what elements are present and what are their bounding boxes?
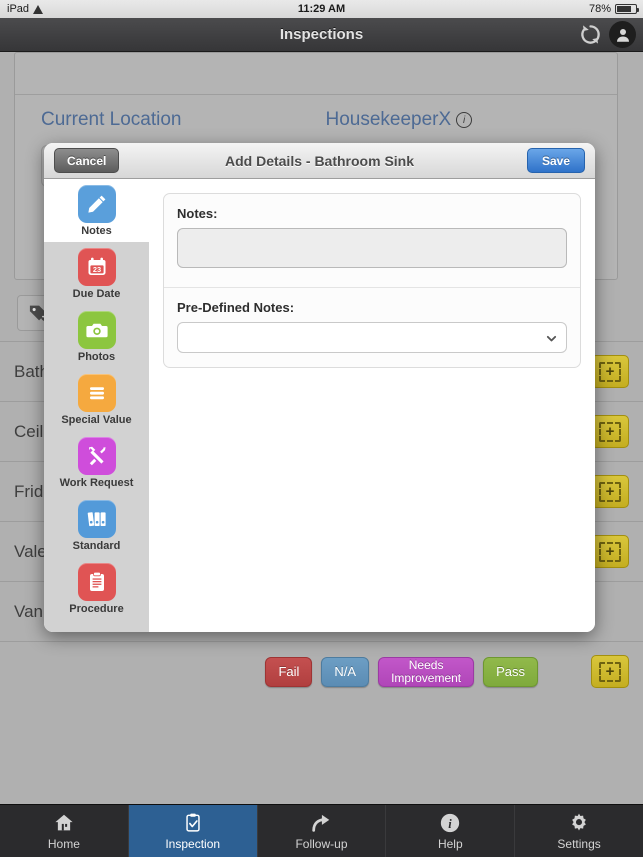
modal-body: Notes 23 Due Date Photos Special Value W… — [44, 179, 595, 632]
account-icon[interactable] — [609, 21, 636, 48]
notes-input[interactable] — [177, 228, 567, 268]
tab-label: Help — [437, 837, 463, 851]
predefined-notes-select-wrap — [177, 322, 567, 353]
plus-icon: + — [599, 361, 621, 382]
binders-icon — [77, 499, 116, 538]
sidebar-item-due-date[interactable]: 23 Due Date — [44, 242, 149, 305]
page-title: Inspections — [279, 26, 364, 43]
notes-form-card: Notes: Pre-Defined Notes: — [163, 193, 581, 368]
location-header-row: Current Location HousekeeperX i — [15, 95, 617, 131]
refresh-icon[interactable] — [579, 23, 602, 46]
gear-icon — [568, 811, 590, 835]
tab-follow-up[interactable]: Follow-up — [258, 805, 387, 857]
sidebar-item-label: Standard — [72, 539, 121, 552]
modal-title: Add Details - Bathroom Sink — [224, 152, 415, 169]
plus-icon: + — [599, 481, 621, 502]
sidebar-item-label: Notes — [81, 224, 112, 237]
plus-icon: + — [599, 661, 621, 682]
modal-content: Notes: Pre-Defined Notes: — [149, 179, 595, 632]
sidebar-item-label: Procedure — [69, 602, 124, 615]
battery-percent: 78% — [588, 3, 611, 15]
housekeeper-label: HousekeeperX — [325, 109, 452, 130]
battery-icon — [615, 4, 639, 14]
pass-label: Pass — [496, 663, 525, 679]
calendar-icon: 23 — [77, 247, 116, 286]
list-icon — [77, 373, 116, 412]
nav-bar: Inspections — [0, 18, 643, 52]
tab-label: Inspection — [165, 837, 221, 851]
sidebar-item-procedure[interactable]: Procedure — [44, 557, 149, 620]
nav-bar-actions — [579, 21, 636, 48]
needs-improvement-label: Needs Improvement — [391, 657, 462, 685]
clipboard-icon — [77, 562, 116, 601]
fail-button[interactable]: Fail — [265, 656, 313, 687]
sidebar-item-label: Photos — [77, 350, 116, 363]
add-detail-button[interactable]: + — [591, 655, 629, 688]
sidebar-item-label: Work Request — [59, 476, 134, 489]
arrow-forward-icon — [310, 811, 332, 835]
na-button[interactable]: N/A — [321, 656, 370, 687]
ipad-screen: iPad 11:29 AM 78% Inspections Current Lo… — [0, 0, 643, 857]
card-header-strip — [15, 53, 617, 95]
modal-sidebar: Notes 23 Due Date Photos Special Value W… — [44, 179, 149, 632]
needs-improvement-button[interactable]: Needs Improvement — [378, 656, 475, 687]
tab-home[interactable]: Home — [0, 805, 129, 857]
tools-icon — [77, 436, 116, 475]
sidebar-item-work-request[interactable]: Work Request — [44, 431, 149, 494]
pencil-icon — [77, 184, 116, 223]
sidebar-item-photos[interactable]: Photos — [44, 305, 149, 368]
tab-label: Follow-up — [295, 837, 348, 851]
add-details-modal: Cancel Add Details - Bathroom Sink Save … — [44, 143, 595, 632]
predefined-notes-section: Pre-Defined Notes: — [164, 287, 580, 367]
status-button-row: Fail N/A Needs Improvement Pass + — [0, 641, 643, 701]
notes-section: Notes: — [164, 194, 580, 287]
predefined-notes-select[interactable] — [177, 322, 567, 353]
plus-icon: + — [599, 541, 621, 562]
sidebar-item-label: Special Value — [61, 413, 132, 426]
tab-label: Home — [47, 837, 80, 851]
na-label: N/A — [334, 663, 357, 679]
cancel-button[interactable]: Cancel — [54, 148, 120, 173]
camera-icon — [77, 310, 116, 349]
info-icon[interactable]: i — [456, 112, 473, 128]
clipboard-check-icon — [182, 811, 204, 835]
add-detail-button[interactable]: + — [591, 355, 629, 388]
tab-label: Settings — [557, 837, 601, 851]
tab-settings[interactable]: Settings — [515, 805, 643, 857]
sidebar-item-notes[interactable]: Notes — [44, 179, 149, 242]
sidebar-item-label: Due Date — [72, 287, 121, 300]
add-detail-button[interactable]: + — [591, 415, 629, 448]
predefined-notes-label: Pre-Defined Notes: — [177, 300, 295, 315]
home-icon — [53, 811, 75, 835]
tab-inspection[interactable]: Inspection — [128, 805, 258, 857]
modal-header: Cancel Add Details - Bathroom Sink Save — [44, 143, 595, 179]
plus-icon: + — [599, 421, 621, 442]
sidebar-item-standard[interactable]: Standard — [44, 494, 149, 557]
svg-text:23: 23 — [92, 265, 100, 274]
add-detail-button[interactable]: + — [591, 535, 629, 568]
tab-bar: Home Inspection Follow-up i Help Setting… — [0, 804, 643, 857]
save-button[interactable]: Save — [526, 148, 585, 173]
notes-label: Notes: — [177, 206, 218, 221]
status-bar: iPad 11:29 AM 78% — [0, 0, 643, 18]
svg-text:i: i — [449, 817, 453, 831]
housekeeper-label-group: HousekeeperX i — [325, 109, 473, 131]
fail-label: Fail — [278, 663, 300, 679]
pass-button[interactable]: Pass — [483, 656, 538, 687]
sidebar-item-special-value[interactable]: Special Value — [44, 368, 149, 431]
status-bar-right: 78% — [588, 3, 639, 15]
tab-help[interactable]: i Help — [386, 805, 516, 857]
info-icon: i — [439, 811, 461, 835]
add-detail-button[interactable]: + — [591, 475, 629, 508]
status-bar-time: 11:29 AM — [297, 3, 346, 15]
current-location-label: Current Location — [41, 109, 182, 130]
